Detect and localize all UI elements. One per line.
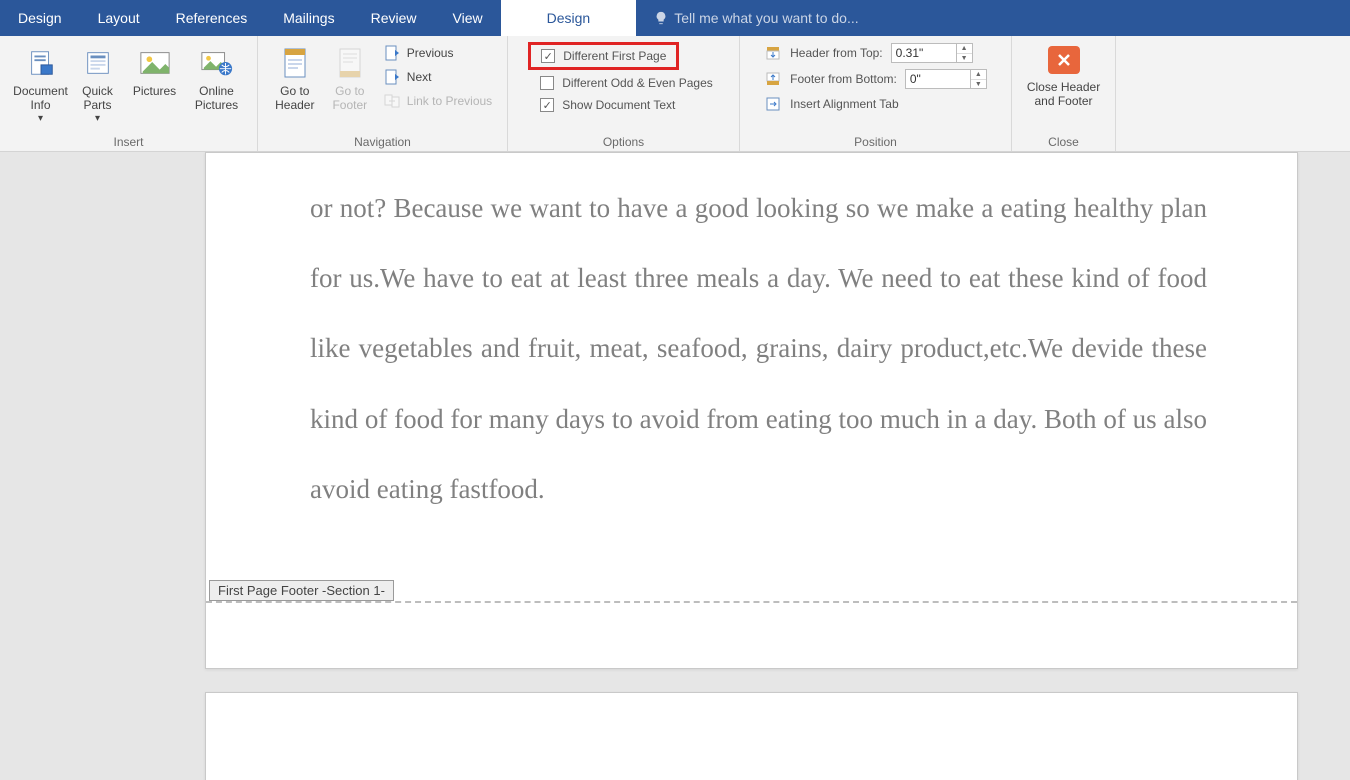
next-button[interactable]: Next: [379, 66, 496, 88]
ribbon: Document Info ▾ Quick Parts ▾ Pictures O…: [0, 36, 1350, 152]
tellme-search[interactable]: Tell me what you want to do...: [654, 0, 858, 36]
tab-review[interactable]: Review: [353, 0, 435, 36]
previous-label: Previous: [407, 46, 454, 60]
link-to-previous-icon: [383, 92, 401, 110]
group-close-label: Close: [1018, 133, 1109, 151]
header-top-value: 0.31": [892, 46, 956, 60]
different-odd-even-checkbox[interactable]: Different Odd & Even Pages: [534, 74, 719, 92]
online-pictures-icon: [200, 46, 234, 80]
header-top-label: Header from Top:: [790, 46, 883, 60]
previous-icon: [383, 44, 401, 62]
goto-footer-label: Go to Footer: [327, 84, 373, 112]
goto-footer-button[interactable]: Go to Footer: [325, 40, 375, 112]
footer-bottom-icon: [764, 70, 782, 88]
quick-parts-label: Quick Parts: [76, 84, 120, 112]
tabs-bar: Design Layout References Mailings Review…: [0, 0, 1350, 36]
header-top-icon: [764, 44, 782, 62]
close-header-footer-label: Close Header and Footer: [1021, 80, 1107, 108]
footer-section-tag: First Page Footer -Section 1-: [209, 580, 394, 601]
show-document-text-checkbox[interactable]: ✓ Show Document Text: [534, 96, 681, 114]
footer-bottom-label: Footer from Bottom:: [790, 72, 897, 86]
group-close: Close Header and Footer Close: [1012, 36, 1116, 151]
group-position-label: Position: [746, 133, 1005, 151]
checkbox-unchecked-icon: [540, 76, 554, 90]
spin-up-icon[interactable]: ▲: [971, 70, 986, 79]
document-area[interactable]: or not? Because we want to have a good l…: [0, 152, 1350, 780]
tab-hf-design[interactable]: Design: [501, 0, 637, 36]
insert-alignment-tab-button[interactable]: Insert Alignment Tab: [760, 94, 903, 114]
pictures-button[interactable]: Pictures: [126, 40, 184, 98]
quick-parts-icon: [81, 46, 115, 80]
dropdown-caret-icon: ▾: [38, 112, 43, 126]
online-pictures-label: Online Pictures: [190, 84, 244, 112]
spin-down-icon[interactable]: ▼: [957, 53, 972, 62]
diff-first-highlight: ✓ Different First Page: [528, 42, 679, 70]
quick-parts-button[interactable]: Quick Parts ▾: [74, 40, 122, 126]
close-icon: [1048, 46, 1080, 74]
next-icon: [383, 68, 401, 86]
tab-mailings[interactable]: Mailings: [265, 0, 352, 36]
different-first-page-checkbox[interactable]: ✓ Different First Page: [535, 47, 672, 65]
footer-separator: [206, 601, 1297, 603]
close-header-footer-button[interactable]: Close Header and Footer: [1019, 40, 1109, 108]
group-insert: Document Info ▾ Quick Parts ▾ Pictures O…: [0, 36, 258, 151]
page-1[interactable]: or not? Because we want to have a good l…: [205, 152, 1298, 669]
group-options: ✓ Different First Page Different Odd & E…: [508, 36, 740, 151]
checkbox-checked-icon: ✓: [541, 49, 555, 63]
show-document-text-label: Show Document Text: [562, 98, 675, 112]
checkbox-checked-icon: ✓: [540, 98, 554, 112]
goto-header-button[interactable]: Go to Header: [269, 40, 321, 112]
tab-references[interactable]: References: [158, 0, 266, 36]
page-2[interactable]: [205, 692, 1298, 780]
next-label: Next: [407, 70, 432, 84]
link-to-previous-button[interactable]: Link to Previous: [379, 90, 496, 112]
lightbulb-icon: [654, 11, 668, 25]
tab-layout[interactable]: Layout: [80, 0, 158, 36]
group-navigation-label: Navigation: [264, 133, 501, 151]
group-navigation: Go to Header Go to Footer Previous Next: [258, 36, 508, 151]
pictures-label: Pictures: [133, 84, 176, 98]
different-odd-even-label: Different Odd & Even Pages: [562, 76, 713, 90]
group-options-label: Options: [514, 133, 733, 151]
group-position: Header from Top: 0.31" ▲▼ Footer from Bo…: [740, 36, 1012, 151]
tellme-placeholder: Tell me what you want to do...: [674, 10, 858, 26]
spin-up-icon[interactable]: ▲: [957, 44, 972, 53]
online-pictures-button[interactable]: Online Pictures: [188, 40, 246, 112]
document-info-icon: [24, 46, 58, 80]
header-top-input[interactable]: 0.31" ▲▼: [891, 43, 973, 63]
footer-bottom-input[interactable]: 0" ▲▼: [905, 69, 987, 89]
different-first-page-label: Different First Page: [563, 49, 666, 63]
spin-down-icon[interactable]: ▼: [971, 79, 986, 88]
insert-alignment-tab-label: Insert Alignment Tab: [790, 97, 899, 111]
goto-header-icon: [278, 46, 312, 80]
pictures-icon: [138, 46, 172, 80]
previous-button[interactable]: Previous: [379, 42, 496, 64]
link-to-previous-label: Link to Previous: [407, 94, 492, 108]
dropdown-caret-icon: ▾: [95, 112, 100, 126]
footer-bottom-value: 0": [906, 72, 970, 86]
tab-view[interactable]: View: [435, 0, 501, 36]
document-info-button[interactable]: Document Info ▾: [12, 40, 70, 126]
document-body-text: or not? Because we want to have a good l…: [206, 153, 1297, 524]
goto-footer-icon: [333, 46, 367, 80]
document-info-label: Document Info: [13, 84, 68, 112]
alignment-tab-icon: [764, 95, 782, 113]
group-insert-label: Insert: [6, 133, 251, 151]
tab-design[interactable]: Design: [0, 0, 80, 36]
goto-header-label: Go to Header: [271, 84, 319, 112]
